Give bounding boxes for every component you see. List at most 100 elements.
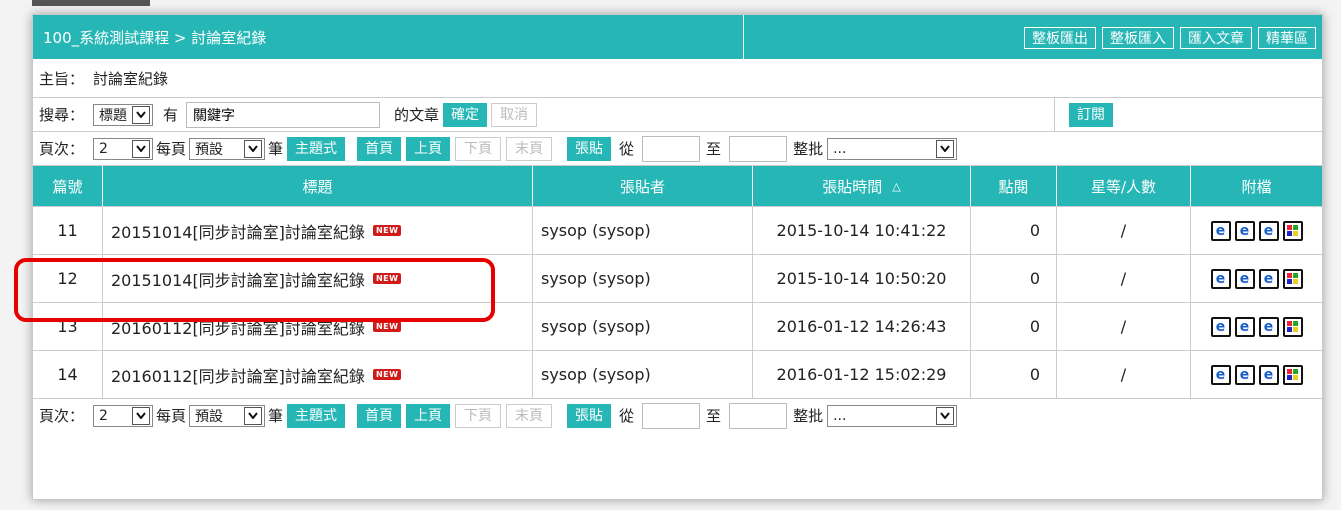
search-has-label: 有 <box>163 106 179 124</box>
row-title-cell: 20151014[同步討論室]討論室紀錄 NEW <box>103 207 533 254</box>
ie-file-icon[interactable]: e <box>1210 220 1231 241</box>
search-row: 搜尋： 標題 有 的文章 確定 取消 訂閱 <box>33 98 1322 132</box>
row-number: 11 <box>33 207 103 254</box>
col-attachments[interactable]: 附檔 <box>1191 166 1322 206</box>
search-field-select[interactable]: 標題 <box>93 103 153 126</box>
new-badge-icon: NEW <box>372 225 402 236</box>
row-time: 2016-01-12 15:02:29 <box>753 351 971 398</box>
window-file-icon[interactable] <box>1282 316 1303 337</box>
window-file-icon[interactable] <box>1282 268 1303 289</box>
col-author[interactable]: 張貼者 <box>533 166 753 206</box>
window-file-icon[interactable] <box>1282 364 1303 385</box>
breadcrumb[interactable]: 100_系統測試課程 > 討論室紀錄 <box>33 27 266 48</box>
import-board-button[interactable]: 整板匯入 <box>1102 27 1174 49</box>
row-author[interactable]: sysop (sysop) <box>533 351 753 398</box>
to-label: 至 <box>706 140 722 158</box>
ie-file-icon[interactable]: e <box>1258 220 1279 241</box>
row-views: 0 <box>971 303 1057 350</box>
col-title[interactable]: 標題 <box>103 166 533 206</box>
row-views: 0 <box>971 255 1057 302</box>
row-author[interactable]: sysop (sysop) <box>533 303 753 350</box>
col-number[interactable]: 篇號 <box>33 166 103 206</box>
row-attachments: e e e <box>1191 255 1322 302</box>
row-author[interactable]: sysop (sysop) <box>533 255 753 302</box>
export-board-button[interactable]: 整板匯出 <box>1024 27 1096 49</box>
chevron-down-icon <box>132 105 150 124</box>
col-views[interactable]: 點閱 <box>971 166 1057 206</box>
unit-label: 筆 <box>268 140 284 158</box>
subject-value: 討論室紀錄 <box>93 69 169 88</box>
ie-file-icon[interactable]: e <box>1234 364 1255 385</box>
thread-mode-button[interactable]: 主題式 <box>287 136 346 161</box>
first-page-button[interactable]: 首頁 <box>357 403 402 428</box>
panel-header: 100_系統測試課程 > 討論室紀錄 整板匯出 整板匯入 匯入文章 精華區 <box>33 15 1322 59</box>
row-time: 2015-10-14 10:50:20 <box>753 255 971 302</box>
ie-file-icon[interactable]: e <box>1258 268 1279 289</box>
per-page-label: 每頁 <box>156 407 187 425</box>
ie-file-icon[interactable]: e <box>1234 268 1255 289</box>
from-input[interactable] <box>642 135 701 162</box>
row-stars: / <box>1057 303 1191 350</box>
batch-label: 整批 <box>793 407 824 425</box>
batch-label: 整批 <box>793 140 824 158</box>
subject-row: 主旨： 討論室紀錄 <box>33 59 1322 98</box>
confirm-button[interactable]: 確定 <box>443 102 488 127</box>
header-divider <box>743 15 744 59</box>
row-author[interactable]: sysop (sysop) <box>533 207 753 254</box>
from-input[interactable] <box>642 402 701 429</box>
import-article-button[interactable]: 匯入文章 <box>1180 27 1252 49</box>
page-select-value: 2 <box>99 407 108 424</box>
next-page-button[interactable]: 下頁 <box>455 403 502 428</box>
per-page-select[interactable]: 預設 <box>189 404 266 427</box>
post-button[interactable]: 張貼 <box>567 136 612 161</box>
page-select[interactable]: 2 <box>93 404 153 427</box>
keyword-input[interactable] <box>186 101 381 128</box>
row-title-link[interactable]: 20160112[同步討論室]討論室紀錄 <box>111 363 365 387</box>
row-stars: / <box>1057 255 1191 302</box>
per-page-select[interactable]: 預設 <box>189 137 266 160</box>
table-row: 14 20160112[同步討論室]討論室紀錄 NEW sysop (sysop… <box>33 351 1322 399</box>
row-attachments: e e e <box>1191 303 1322 350</box>
new-badge-icon: NEW <box>372 369 402 380</box>
page-select[interactable]: 2 <box>93 137 153 160</box>
prev-page-button[interactable]: 上頁 <box>406 403 451 428</box>
to-input[interactable] <box>729 402 788 429</box>
top-tab-edge <box>32 0 150 6</box>
ie-file-icon[interactable]: e <box>1258 364 1279 385</box>
ie-file-icon[interactable]: e <box>1234 316 1255 337</box>
row-time: 2015-10-14 10:41:22 <box>753 207 971 254</box>
to-input[interactable] <box>729 135 788 162</box>
col-stars[interactable]: 星等/人數 <box>1057 166 1191 206</box>
ie-file-icon[interactable]: e <box>1210 364 1231 385</box>
digest-button[interactable]: 精華區 <box>1258 27 1316 49</box>
ie-file-icon[interactable]: e <box>1210 316 1231 337</box>
row-views: 0 <box>971 207 1057 254</box>
ie-file-icon[interactable]: e <box>1258 316 1279 337</box>
row-title-link[interactable]: 20151014[同步討論室]討論室紀錄 <box>111 219 365 243</box>
next-page-button[interactable]: 下頁 <box>455 136 502 161</box>
row-stars: / <box>1057 351 1191 398</box>
subscribe-button[interactable]: 訂閱 <box>1069 103 1113 127</box>
chevron-down-icon <box>244 406 263 425</box>
thread-mode-button[interactable]: 主題式 <box>287 403 346 428</box>
prev-page-button[interactable]: 上頁 <box>406 136 451 161</box>
search-field-value: 標題 <box>99 107 127 124</box>
batch-select[interactable]: ... <box>827 137 958 160</box>
forum-panel: 100_系統測試課程 > 討論室紀錄 整板匯出 整板匯入 匯入文章 精華區 主旨… <box>32 14 1323 500</box>
row-number: 14 <box>33 351 103 398</box>
cancel-button[interactable]: 取消 <box>491 102 538 127</box>
search-suffix-label: 的文章 <box>394 106 440 124</box>
first-page-button[interactable]: 首頁 <box>357 136 402 161</box>
ie-file-icon[interactable]: e <box>1234 220 1255 241</box>
last-page-button[interactable]: 末頁 <box>506 136 553 161</box>
col-time[interactable]: 張貼時間 △ <box>753 166 971 206</box>
ie-file-icon[interactable]: e <box>1210 268 1231 289</box>
last-page-button[interactable]: 末頁 <box>506 403 553 428</box>
subject-label: 主旨： <box>39 69 85 88</box>
search-divider <box>1054 98 1055 131</box>
row-attachments: e e e <box>1191 351 1322 398</box>
window-file-icon[interactable] <box>1282 220 1303 241</box>
batch-select[interactable]: ... <box>827 404 958 427</box>
chevron-down-icon <box>244 139 263 158</box>
post-button[interactable]: 張貼 <box>567 403 612 428</box>
